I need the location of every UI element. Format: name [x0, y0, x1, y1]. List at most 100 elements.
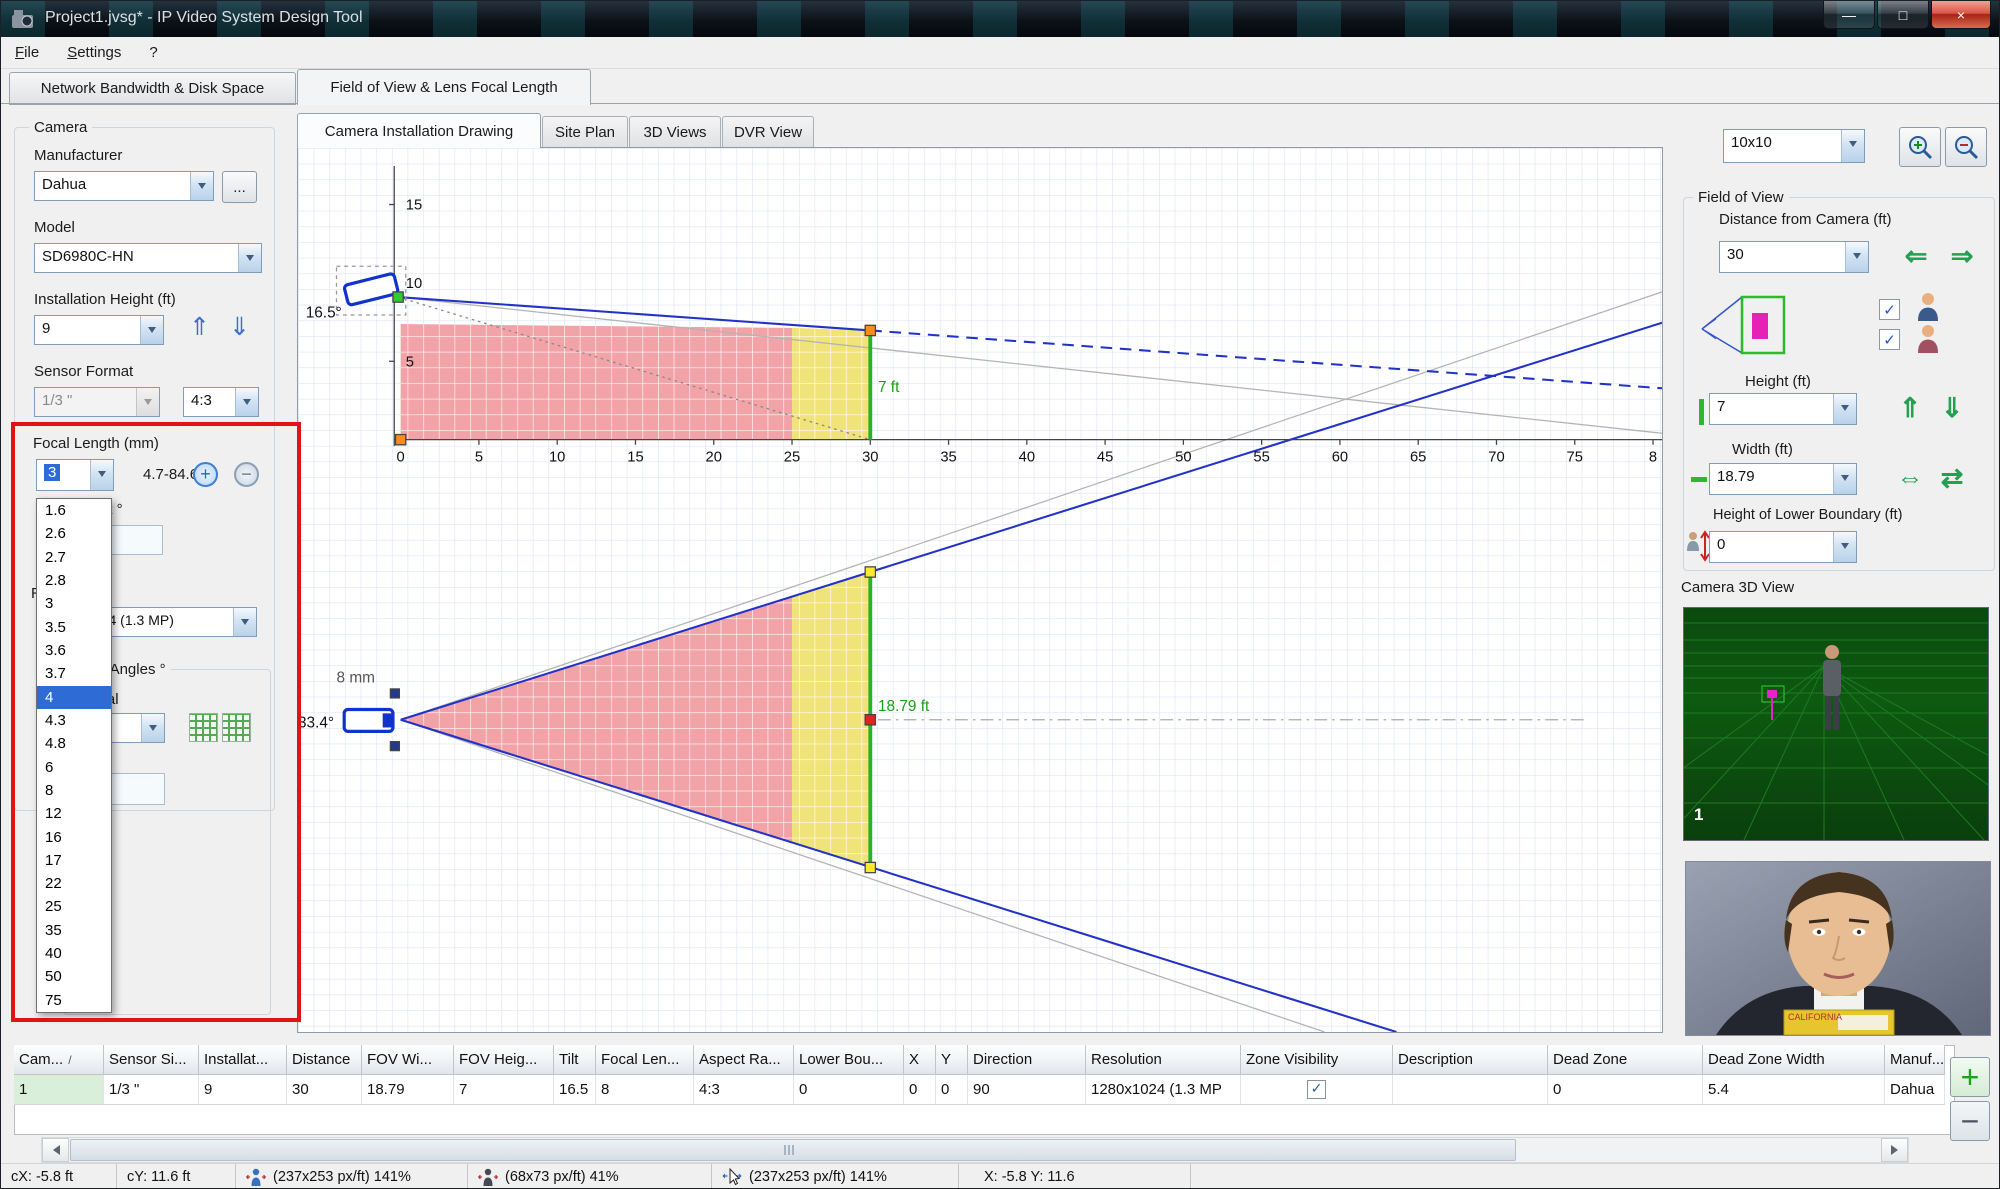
plan-bottom-handle[interactable] [865, 862, 875, 872]
camera-handle[interactable] [393, 292, 403, 302]
chevron-down-icon[interactable] [141, 714, 164, 742]
focal-length-option[interactable]: 3.5 [37, 616, 111, 639]
distance-select[interactable]: 30 [1719, 241, 1869, 273]
fov-width-shrink-button[interactable]: ⇄ [1931, 465, 1973, 492]
chevron-down-icon[interactable] [235, 388, 258, 416]
cone-edge-handle[interactable] [390, 689, 399, 698]
height-down-arrow-button[interactable]: ⇓ [229, 315, 250, 340]
maximize-button[interactable]: □ [1877, 1, 1929, 29]
tab-camera-installation-drawing[interactable]: Camera Installation Drawing [297, 113, 541, 148]
chevron-down-icon[interactable] [1841, 130, 1864, 162]
focal-zoom-out-button[interactable]: − [234, 462, 259, 487]
fov-height-down-button[interactable]: ⇓ [1931, 395, 1973, 422]
tab-site-plan[interactable]: Site Plan [542, 116, 628, 149]
lower-boundary-select[interactable]: 0 [1709, 531, 1857, 563]
chevron-down-icon[interactable] [233, 608, 256, 636]
height-up-arrow-button[interactable]: ⇑ [189, 315, 210, 340]
grid-tool-icon[interactable] [189, 713, 218, 742]
column-header[interactable]: Cam.../ [14, 1045, 104, 1075]
column-header[interactable]: Manuf... [1885, 1045, 1945, 1075]
focal-length-option[interactable]: 6 [37, 755, 111, 778]
scroll-left-button[interactable] [42, 1138, 69, 1162]
column-header[interactable]: X [904, 1045, 936, 1075]
manufacturer-select[interactable]: Dahua [34, 171, 214, 201]
focal-length-option[interactable]: 4 [37, 686, 111, 709]
chevron-down-icon[interactable] [140, 316, 163, 344]
plan-top-handle[interactable] [865, 567, 875, 577]
table-data-row[interactable]: 11/3 "93018.79716.584:3000901280x1024 (1… [14, 1075, 1945, 1105]
focal-length-option[interactable]: 75 [37, 989, 111, 1012]
focal-length-option[interactable]: 16 [37, 825, 111, 848]
focal-length-option[interactable]: 4.8 [37, 732, 111, 755]
scrollbar-thumb[interactable] [70, 1139, 1516, 1161]
distance-decrease-button[interactable]: ⇐ [1895, 243, 1937, 270]
focal-length-option[interactable]: 50 [37, 965, 111, 988]
installation-drawing-canvas[interactable]: 0510152025303540455055606570758 15105 16… [297, 147, 1663, 1033]
column-header[interactable]: Description [1393, 1045, 1548, 1075]
cone-edge-handle[interactable] [390, 742, 399, 751]
focal-length-option[interactable]: 22 [37, 872, 111, 895]
close-button[interactable]: × [1931, 1, 1991, 29]
focal-length-option[interactable]: 2.6 [37, 522, 111, 545]
focal-length-option[interactable]: 25 [37, 895, 111, 918]
column-header[interactable]: Direction [968, 1045, 1086, 1075]
zoom-out-button[interactable] [1945, 127, 1987, 167]
focal-length-option[interactable]: 3.7 [37, 662, 111, 685]
focal-length-option[interactable]: 12 [37, 802, 111, 825]
focal-length-option[interactable]: 35 [37, 919, 111, 942]
column-header[interactable]: Lower Bou... [794, 1045, 904, 1075]
fov-width-expand-button[interactable]: ⇔ [1889, 465, 1931, 492]
camera-3d-view[interactable]: 1 [1683, 607, 1989, 841]
tab-network-bandwidth[interactable]: Network Bandwidth & Disk Space [9, 72, 296, 105]
chevron-down-icon[interactable] [1833, 394, 1856, 424]
focal-zoom-in-button[interactable]: + [193, 462, 218, 487]
remove-camera-button[interactable]: − [1950, 1101, 1990, 1141]
column-header[interactable]: FOV Wi... [362, 1045, 454, 1075]
chevron-down-icon[interactable] [238, 244, 261, 272]
focal-length-option[interactable]: 4.3 [37, 709, 111, 732]
aspect-ratio-select[interactable]: 4:3 [183, 387, 259, 417]
plan-center-handle[interactable] [865, 715, 875, 725]
column-header[interactable]: Sensor Si... [104, 1045, 199, 1075]
scroll-right-button[interactable] [1881, 1138, 1908, 1162]
add-camera-button[interactable]: + [1950, 1057, 1990, 1097]
menu-file[interactable]: File [1, 44, 53, 61]
chevron-down-icon[interactable] [1833, 464, 1856, 494]
browse-manufacturer-button[interactable]: ... [222, 171, 257, 203]
focal-length-option[interactable]: 3 [37, 592, 111, 615]
show-person-checkbox[interactable]: ✓ [1879, 299, 1900, 320]
origin-handle[interactable] [396, 435, 406, 445]
chevron-down-icon[interactable] [190, 172, 213, 200]
focal-length-option[interactable]: 40 [37, 942, 111, 965]
zoom-in-button[interactable] [1899, 127, 1941, 167]
column-header[interactable]: Dead Zone Width [1703, 1045, 1885, 1075]
column-header[interactable]: Tilt [554, 1045, 596, 1075]
column-header[interactable]: Aspect Ra... [694, 1045, 794, 1075]
focal-length-select[interactable]: 3 [36, 459, 114, 491]
horizontal-scrollbar[interactable] [41, 1137, 1909, 1163]
column-header[interactable]: FOV Heig... [454, 1045, 554, 1075]
focal-length-option[interactable]: 17 [37, 849, 111, 872]
column-header[interactable]: Installat... [199, 1045, 287, 1075]
tab-field-of-view[interactable]: Field of View & Lens Focal Length [297, 69, 591, 105]
model-select[interactable]: SD6980C-HN [34, 243, 262, 273]
chevron-down-icon[interactable] [1833, 532, 1856, 562]
distance-increase-button[interactable]: ⇒ [1941, 243, 1983, 270]
column-header[interactable]: Dead Zone [1548, 1045, 1703, 1075]
tab-3d-views[interactable]: 3D Views [629, 116, 721, 149]
installation-height-select[interactable]: 9 [34, 315, 164, 345]
fov-width-select[interactable]: 18.79 [1709, 463, 1857, 495]
focal-length-option[interactable]: 3.6 [37, 639, 111, 662]
focal-length-option[interactable]: 2.8 [37, 569, 111, 592]
grid-size-select[interactable]: 10x10 [1723, 129, 1865, 163]
column-header[interactable]: Resolution [1086, 1045, 1241, 1075]
show-person2-checkbox[interactable]: ✓ [1879, 329, 1900, 350]
column-header[interactable]: Distance [287, 1045, 362, 1075]
tab-dvr-view[interactable]: DVR View [722, 116, 814, 149]
focal-length-option[interactable]: 8 [37, 779, 111, 802]
focal-length-option[interactable]: 2.7 [37, 546, 111, 569]
minimize-button[interactable]: — [1823, 1, 1875, 29]
column-header[interactable]: Zone Visibility [1241, 1045, 1393, 1075]
menu-settings[interactable]: Settings [53, 44, 135, 61]
focal-length-option[interactable]: 1.6 [37, 499, 111, 522]
